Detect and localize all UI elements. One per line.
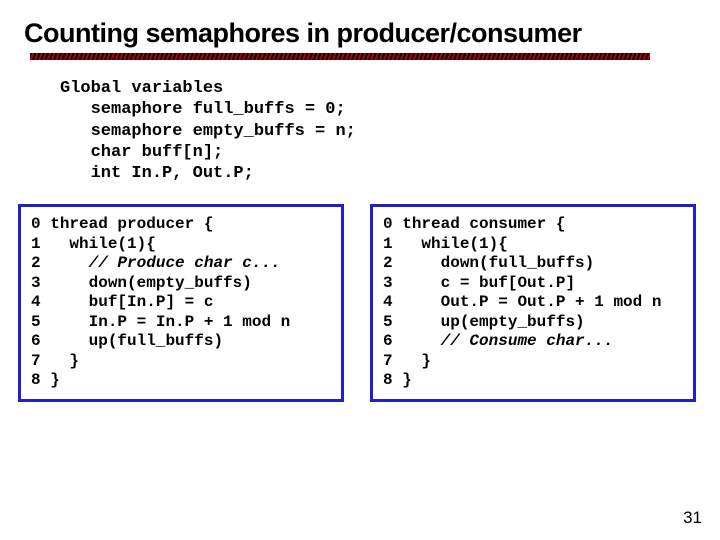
code-line: up(empty_buffs) bbox=[441, 313, 585, 331]
code-line: thread producer { bbox=[50, 215, 213, 233]
code-line: Out.P = Out.P + 1 mod n bbox=[441, 293, 662, 311]
line-num: 3 bbox=[383, 274, 393, 292]
line-num: 8 bbox=[31, 371, 41, 389]
code-line: } bbox=[69, 352, 79, 370]
code-line: down(full_buffs) bbox=[441, 254, 595, 272]
line-num: 6 bbox=[31, 332, 41, 350]
code-line: } bbox=[402, 371, 412, 389]
code-line: thread consumer { bbox=[402, 215, 565, 233]
line-num: 8 bbox=[383, 371, 393, 389]
line-num: 4 bbox=[383, 293, 393, 311]
line-num: 2 bbox=[31, 254, 41, 272]
globals-line-4: int In.P, Out.P; bbox=[91, 164, 254, 183]
code-line: up(full_buffs) bbox=[89, 332, 223, 350]
globals-line-1: semaphore full_buffs = 0; bbox=[91, 100, 346, 119]
code-comment: // Consume char... bbox=[441, 332, 614, 350]
line-num: 4 bbox=[31, 293, 41, 311]
code-line: } bbox=[50, 371, 60, 389]
line-num: 7 bbox=[31, 352, 41, 370]
line-num: 7 bbox=[383, 352, 393, 370]
code-line: down(empty_buffs) bbox=[89, 274, 252, 292]
line-num: 5 bbox=[383, 313, 393, 331]
code-columns: 0 thread producer { 1 while(1){ 2 // Pro… bbox=[18, 204, 696, 402]
producer-codebox: 0 thread producer { 1 while(1){ 2 // Pro… bbox=[18, 204, 344, 402]
code-line: while(1){ bbox=[69, 235, 155, 253]
code-comment: // Produce char c... bbox=[89, 254, 281, 272]
line-num: 6 bbox=[383, 332, 393, 350]
code-line: c = buf[Out.P] bbox=[441, 274, 575, 292]
globals-block: Global variables semaphore full_buffs = … bbox=[60, 78, 696, 184]
line-num: 2 bbox=[383, 254, 393, 272]
title-underline bbox=[30, 53, 650, 60]
consumer-codebox: 0 thread consumer { 1 while(1){ 2 down(f… bbox=[370, 204, 696, 402]
line-num: 1 bbox=[383, 235, 393, 253]
code-line: In.P = In.P + 1 mod n bbox=[89, 313, 291, 331]
code-line: } bbox=[421, 352, 431, 370]
slide: Counting semaphores in producer/consumer… bbox=[0, 0, 720, 540]
globals-line-3: char buff[n]; bbox=[91, 143, 224, 162]
page-number: 31 bbox=[683, 508, 702, 528]
line-num: 0 bbox=[383, 215, 393, 233]
line-num: 1 bbox=[31, 235, 41, 253]
line-num: 5 bbox=[31, 313, 41, 331]
code-line: while(1){ bbox=[421, 235, 507, 253]
globals-line-2: semaphore empty_buffs = n; bbox=[91, 122, 356, 141]
line-num: 0 bbox=[31, 215, 41, 233]
code-line: buf[In.P] = c bbox=[89, 293, 214, 311]
slide-title: Counting semaphores in producer/consumer bbox=[24, 18, 696, 49]
globals-heading: Global variables bbox=[60, 79, 223, 98]
line-num: 3 bbox=[31, 274, 41, 292]
